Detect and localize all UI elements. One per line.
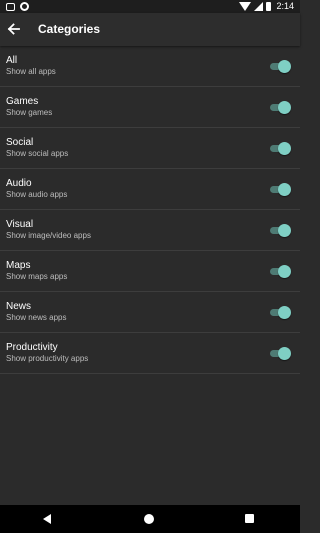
category-subtitle: Show image/video apps [6,231,91,240]
category-toggle[interactable] [270,142,291,155]
toggle-thumb [278,142,291,155]
category-subtitle: Show maps apps [6,272,68,281]
category-title: Productivity [6,342,58,353]
category-subtitle: Show games [6,108,53,117]
category-title: Maps [6,260,31,271]
notification-icon [6,2,15,11]
battery-icon [266,2,272,11]
category-row-visual[interactable]: Visual Show image/video apps [0,210,300,251]
category-row-news[interactable]: News Show news apps [0,292,300,333]
wifi-icon [239,2,252,11]
category-row-social[interactable]: Social Show social apps [0,128,300,169]
toggle-thumb [278,347,291,360]
category-row-audio[interactable]: Audio Show audio apps [0,169,300,210]
back-button[interactable] [4,19,24,39]
category-subtitle: Show audio apps [6,190,68,199]
category-list: All Show all apps Games Show games Social Sho… [0,46,300,374]
category-subtitle: Show news apps [6,313,67,322]
category-row-games[interactable]: Games Show games [0,87,300,128]
toggle-thumb [278,60,291,73]
toggle-thumb [278,224,291,237]
toggle-thumb [278,306,291,319]
category-toggle[interactable] [270,347,291,360]
signal-icon [254,2,264,11]
notification-icons [6,2,29,11]
category-title: Games [6,96,39,107]
sync-icon [20,2,29,11]
nav-home-icon[interactable] [144,514,154,524]
category-subtitle: Show social apps [6,149,69,158]
category-title: Social [6,137,34,148]
nav-recents-icon[interactable] [245,514,254,523]
category-toggle[interactable] [270,306,291,319]
toggle-thumb [278,265,291,278]
category-title: Audio [6,178,32,189]
navigation-bar [0,505,300,533]
toggle-thumb [278,101,291,114]
category-title: All [6,55,18,66]
screen: 2:14 Categories All Show all apps Games Sho… [0,0,300,533]
status-time: 2:14 [276,1,294,11]
nav-back-icon[interactable] [43,514,51,524]
system-icons: 2:14 [239,1,294,12]
category-row-all[interactable]: All Show all apps [0,46,300,87]
arrow-back-icon [7,23,20,35]
category-toggle[interactable] [270,183,291,196]
app-bar: Categories [0,13,300,46]
category-toggle[interactable] [270,265,291,278]
category-toggle[interactable] [270,224,291,237]
category-row-maps[interactable]: Maps Show maps apps [0,251,300,292]
status-bar: 2:14 [0,0,300,13]
category-subtitle: Show all apps [6,67,56,76]
page-title: Categories [38,22,101,36]
category-toggle[interactable] [270,60,291,73]
category-title: Visual [6,219,34,230]
toggle-thumb [278,183,291,196]
category-subtitle: Show productivity apps [6,354,89,363]
category-row-productivity[interactable]: Productivity Show productivity apps [0,333,300,374]
category-toggle[interactable] [270,101,291,114]
category-title: News [6,301,32,312]
